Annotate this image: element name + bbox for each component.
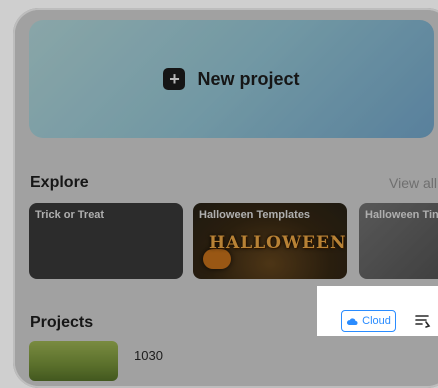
sort-icon[interactable] — [414, 312, 432, 330]
template-card-halloween-tin[interactable]: Halloween Tin — [359, 203, 438, 279]
template-card-label: Halloween Templates — [199, 209, 311, 221]
view-all-label: View all — [389, 175, 437, 191]
cloud-icon — [347, 318, 358, 325]
new-project-button[interactable]: + New project — [29, 20, 434, 138]
template-card-halloween[interactable]: Halloween Templates HALLOWEEN — [193, 203, 347, 279]
plus-icon: + — [163, 68, 186, 90]
new-project-label: New project — [197, 68, 300, 89]
view-all-link[interactable]: View all — [389, 175, 438, 191]
explore-cards: Trick or Treat Halloween Templates HALLO… — [29, 203, 438, 281]
projects-title: Projects — [30, 314, 94, 331]
template-card-label: Halloween Tin — [365, 209, 438, 221]
project-name[interactable]: 1030 — [134, 348, 163, 363]
project-actions-panel: Cloud — [317, 286, 438, 336]
cloud-label: Cloud — [362, 315, 391, 327]
halloween-logo-text: HALLOWEEN — [209, 233, 347, 253]
project-thumbnail[interactable] — [29, 341, 118, 381]
explore-title: Explore — [30, 174, 89, 191]
cloud-button[interactable]: Cloud — [341, 310, 396, 332]
template-card-label: Trick or Treat — [35, 209, 105, 221]
template-card-trick-or-treat[interactable]: Trick or Treat — [29, 203, 183, 279]
